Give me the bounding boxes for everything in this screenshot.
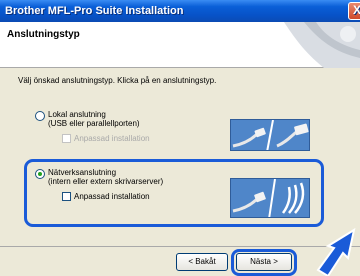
custom-install-label-local: Anpassad installation [74,134,150,143]
network-connection-image [230,178,310,218]
back-button[interactable]: < Bakåt [176,253,228,271]
button-bar-separator [0,246,360,247]
title-bar[interactable]: Brother MFL-Pro Suite Installation X [0,0,360,22]
usb-cable-icon [231,120,309,150]
pointer-arrow-icon [316,227,356,276]
next-button[interactable]: Nästa > [236,253,292,271]
header-panel: Anslutningstyp [0,22,360,68]
close-button[interactable]: X [348,2,360,20]
radio-network-connection[interactable] [35,169,45,179]
custom-install-checkbox-network[interactable] [62,192,71,201]
radio-local-connection[interactable] [35,111,45,121]
brother-logo-graphic-icon [284,22,360,68]
custom-install-checkbox-local[interactable] [62,134,71,143]
local-connection-sublabel: (USB eller parallellporten) [48,119,140,128]
network-cable-icon [231,179,309,217]
local-connection-label: Lokal anslutning [48,110,106,119]
custom-install-label-network: Anpassad installation [74,192,150,201]
content-area: Välj önskad anslutningstyp. Klicka på en… [0,68,360,243]
network-connection-label: Nätverksanslutning [48,168,117,177]
instruction-text: Välj önskad anslutningstyp. Klicka på en… [18,76,217,85]
local-connection-image [230,119,310,151]
installer-window: Brother MFL-Pro Suite Installation X Ans… [0,0,360,276]
window-title: Brother MFL-Pro Suite Installation [5,5,184,17]
page-title: Anslutningstyp [7,29,80,40]
network-connection-sublabel: (intern eller extern skrivarserver) [48,177,164,186]
